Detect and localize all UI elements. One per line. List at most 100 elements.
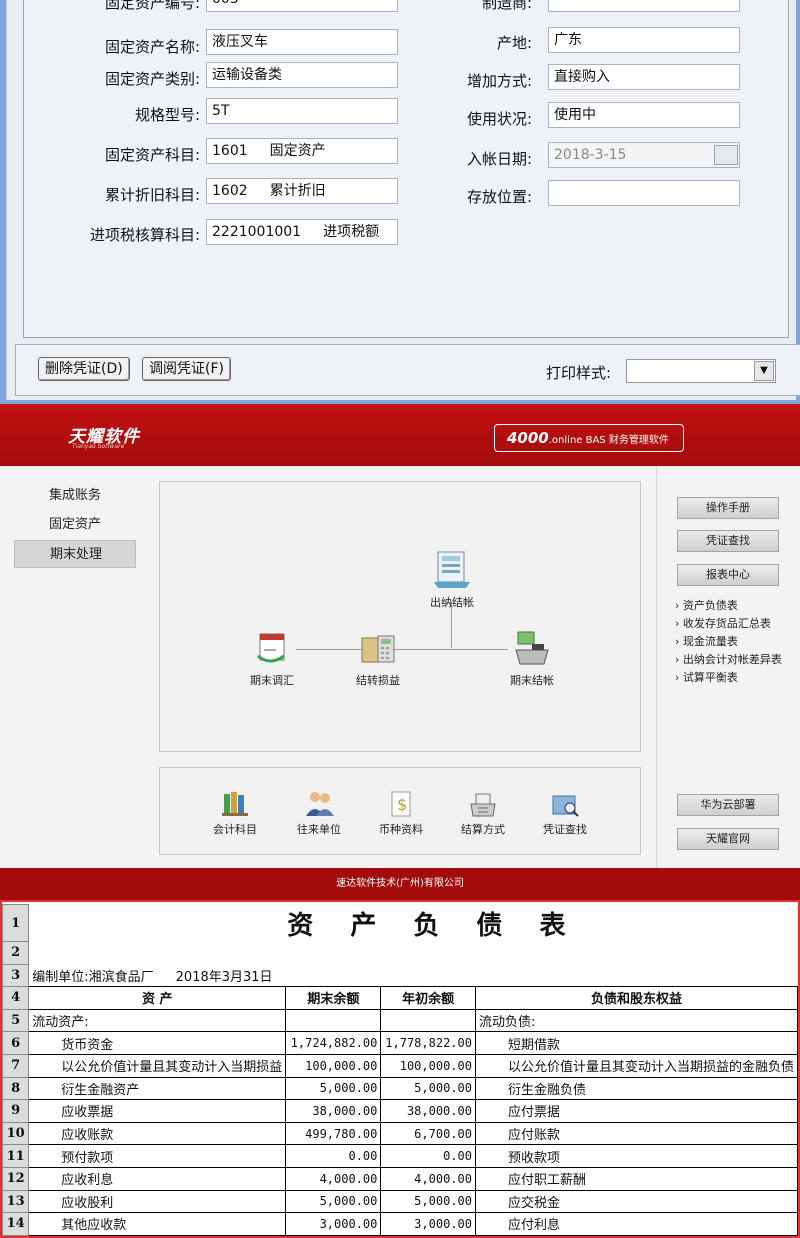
liability-item-cell[interactable]: 流动负债: xyxy=(474,1008,798,1033)
view-voucher-button[interactable]: 调阅凭证(F) xyxy=(142,357,231,381)
col-header-liabilities: 负债和股东权益 xyxy=(474,986,798,1010)
input-tax-account-field[interactable]: 2221001001 进项税额 xyxy=(206,219,398,245)
end-balance-cell[interactable]: 0.00 xyxy=(285,1144,382,1168)
tool-partners[interactable]: 往来单位 xyxy=(284,788,354,837)
end-balance-cell[interactable]: 1,724,882.00 xyxy=(285,1031,382,1055)
asset-item-cell[interactable]: 流动资产: xyxy=(28,1008,287,1033)
product-badge-text: 财务管理软件 xyxy=(608,435,669,446)
nav-item-integrated-accounts[interactable]: 集成账务 xyxy=(14,482,136,510)
begin-balance-cell[interactable]: 5,000.00 xyxy=(380,1189,476,1214)
voucher-search-button[interactable]: 凭证查找 xyxy=(677,530,779,552)
asset-name-field[interactable]: 液压叉车 xyxy=(206,29,398,55)
tool-voucher-search[interactable]: 凭证查找 xyxy=(530,788,600,837)
period-end-flow: 出纳结帐 期末调汇 结转损益 期末结帐 xyxy=(159,481,641,752)
begin-balance-cell[interactable]: 6,700.00 xyxy=(380,1121,476,1146)
begin-balance-cell[interactable]: 1,778,822.00 xyxy=(380,1031,476,1055)
cashier-close-node[interactable]: 出纳结帐 xyxy=(412,546,492,610)
period-close-node[interactable]: 期末结帐 xyxy=(492,628,572,688)
end-balance-cell[interactable]: 100,000.00 xyxy=(285,1053,382,1078)
report-link-inventory-summary[interactable]: › 收发存货品汇总表 xyxy=(675,615,771,631)
report-link-trial-balance[interactable]: › 试算平衡表 xyxy=(675,669,738,685)
begin-balance-cell[interactable]: 0.00 xyxy=(380,1144,476,1168)
asset-item-cell[interactable]: 其他应收款 xyxy=(28,1212,287,1236)
asset-item-cell[interactable]: 预付款项 xyxy=(28,1144,287,1168)
liability-item-cell[interactable]: 应付账款 xyxy=(474,1121,798,1146)
liability-item-cell[interactable]: 应付利息 xyxy=(474,1212,798,1236)
row-header: 6 xyxy=(2,1031,30,1055)
row-header: 7 xyxy=(2,1053,30,1078)
left-nav: 集成账务 固定资产 期末处理 xyxy=(0,466,148,868)
report-link-balance-sheet[interactable]: › 资产负债表 xyxy=(675,597,738,613)
begin-balance-cell[interactable] xyxy=(380,1008,476,1033)
period-adjust-node[interactable]: 期末调汇 xyxy=(232,628,312,688)
depreciation-account-field[interactable]: 1602 累计折旧 xyxy=(206,178,398,204)
increase-method-field[interactable]: 直接购入 xyxy=(548,64,740,90)
end-balance-cell[interactable]: 4,000.00 xyxy=(285,1166,382,1191)
end-balance-cell[interactable] xyxy=(285,1008,382,1033)
tool-settlement[interactable]: 结算方式 xyxy=(448,788,518,837)
tool-currency[interactable]: $ 币种资料 xyxy=(366,788,436,837)
liability-item-cell[interactable]: 应交税金 xyxy=(474,1189,798,1214)
carry-profit-node[interactable]: 结转损益 xyxy=(338,628,418,688)
asset-item-cell[interactable]: 应收账款 xyxy=(28,1121,287,1146)
asset-item-cell[interactable]: 货币资金 xyxy=(28,1031,287,1055)
liability-item-cell[interactable]: 以公允价值计量且其变动计入当期损益的金融负债 xyxy=(474,1053,798,1078)
usage-status-field[interactable]: 使用中 xyxy=(548,102,740,128)
begin-balance-cell[interactable]: 4,000.00 xyxy=(380,1166,476,1191)
liability-item-cell[interactable]: 预收款项 xyxy=(474,1144,798,1168)
nav-item-period-end[interactable]: 期末处理 xyxy=(14,540,136,568)
end-balance-cell[interactable]: 5,000.00 xyxy=(285,1076,382,1101)
begin-balance-cell[interactable]: 3,000.00 xyxy=(380,1212,476,1236)
asset-account-code: 1601 xyxy=(212,143,248,159)
people-icon xyxy=(306,792,334,816)
end-balance-cell[interactable]: 499,780.00 xyxy=(285,1121,382,1146)
tool-accounts[interactable]: 会计科目 xyxy=(200,788,270,837)
product-badge-number: 4000 xyxy=(507,429,549,447)
nav-item-fixed-assets[interactable]: 固定资产 xyxy=(14,511,136,539)
begin-balance-cell[interactable]: 38,000.00 xyxy=(380,1099,476,1123)
end-balance-cell[interactable]: 38,000.00 xyxy=(285,1099,382,1123)
spec-model-field[interactable]: 5T xyxy=(206,98,398,124)
asset-item-cell[interactable]: 衍生金融资产 xyxy=(28,1076,287,1101)
right-panel: 操作手册 凭证查找 报表中心 › 资产负债表 › 收发存货品汇总表 › 现金流量… xyxy=(656,466,800,868)
asset-category-field[interactable]: 运输设备类 xyxy=(206,62,398,88)
official-site-button[interactable]: 天耀官网 xyxy=(677,828,779,850)
register-icon xyxy=(470,793,496,817)
asset-account-field[interactable]: 1601 固定资产 xyxy=(206,138,398,164)
end-balance-cell[interactable]: 3,000.00 xyxy=(285,1212,382,1236)
sheet-title-cell: 资 产 负 债 表 xyxy=(29,905,798,942)
table-row: 8 衍生金融资产 5,000.00 5,000.00 衍生金融负债 xyxy=(2,1076,798,1101)
asset-item-cell[interactable]: 应收利息 xyxy=(28,1166,287,1191)
date-picker-button[interactable] xyxy=(714,145,738,165)
table-row: 12 应收利息 4,000.00 4,000.00 应付职工薪酬 xyxy=(2,1166,798,1191)
origin-field[interactable]: 广东 xyxy=(548,27,740,53)
asset-item-cell[interactable]: 以公允价值计量且其变动计入当期损益 xyxy=(28,1053,287,1078)
folder-search-icon xyxy=(552,795,579,817)
table-row: 6 货币资金 1,724,882.00 1,778,822.00 短期借款 xyxy=(2,1031,798,1055)
report-center-button[interactable]: 报表中心 xyxy=(677,564,779,586)
storage-location-field[interactable] xyxy=(548,180,740,206)
cloud-deploy-button[interactable]: 华为云部署 xyxy=(677,794,779,816)
delete-voucher-button[interactable]: 删除凭证(D) xyxy=(38,357,130,381)
asset-item-cell[interactable]: 应收票据 xyxy=(28,1099,287,1123)
liability-item-cell[interactable]: 短期借款 xyxy=(474,1031,798,1055)
table-row: 14 其他应收款 3,000.00 3,000.00 应付利息 xyxy=(2,1212,798,1236)
row-header: 13 xyxy=(2,1189,30,1214)
liability-item-cell[interactable]: 应付职工薪酬 xyxy=(474,1166,798,1191)
manual-button[interactable]: 操作手册 xyxy=(677,497,779,519)
print-style-select[interactable]: ▼ xyxy=(626,359,776,383)
manufacturer-field[interactable] xyxy=(548,0,740,12)
asset-item-cell[interactable]: 应收股利 xyxy=(28,1189,287,1214)
report-link-cash-flow[interactable]: › 现金流量表 xyxy=(675,633,738,649)
report-link-reconciliation[interactable]: › 出纳会计对帐差异表 xyxy=(675,651,782,667)
chevron-down-icon[interactable]: ▼ xyxy=(754,361,774,381)
begin-balance-cell[interactable]: 100,000.00 xyxy=(380,1053,476,1078)
begin-balance-cell[interactable]: 5,000.00 xyxy=(380,1076,476,1101)
end-balance-cell[interactable]: 5,000.00 xyxy=(285,1189,382,1214)
entry-date-field: 2018-3-15 xyxy=(548,142,740,168)
liability-item-cell[interactable]: 应付票据 xyxy=(474,1099,798,1123)
liability-item-cell[interactable]: 衍生金融负债 xyxy=(474,1076,798,1101)
asset-code-field[interactable]: 003 xyxy=(206,0,398,12)
usage-status-label: 使用状况: xyxy=(466,110,532,128)
table-row: 13 应收股利 5,000.00 5,000.00 应交税金 xyxy=(2,1189,798,1214)
